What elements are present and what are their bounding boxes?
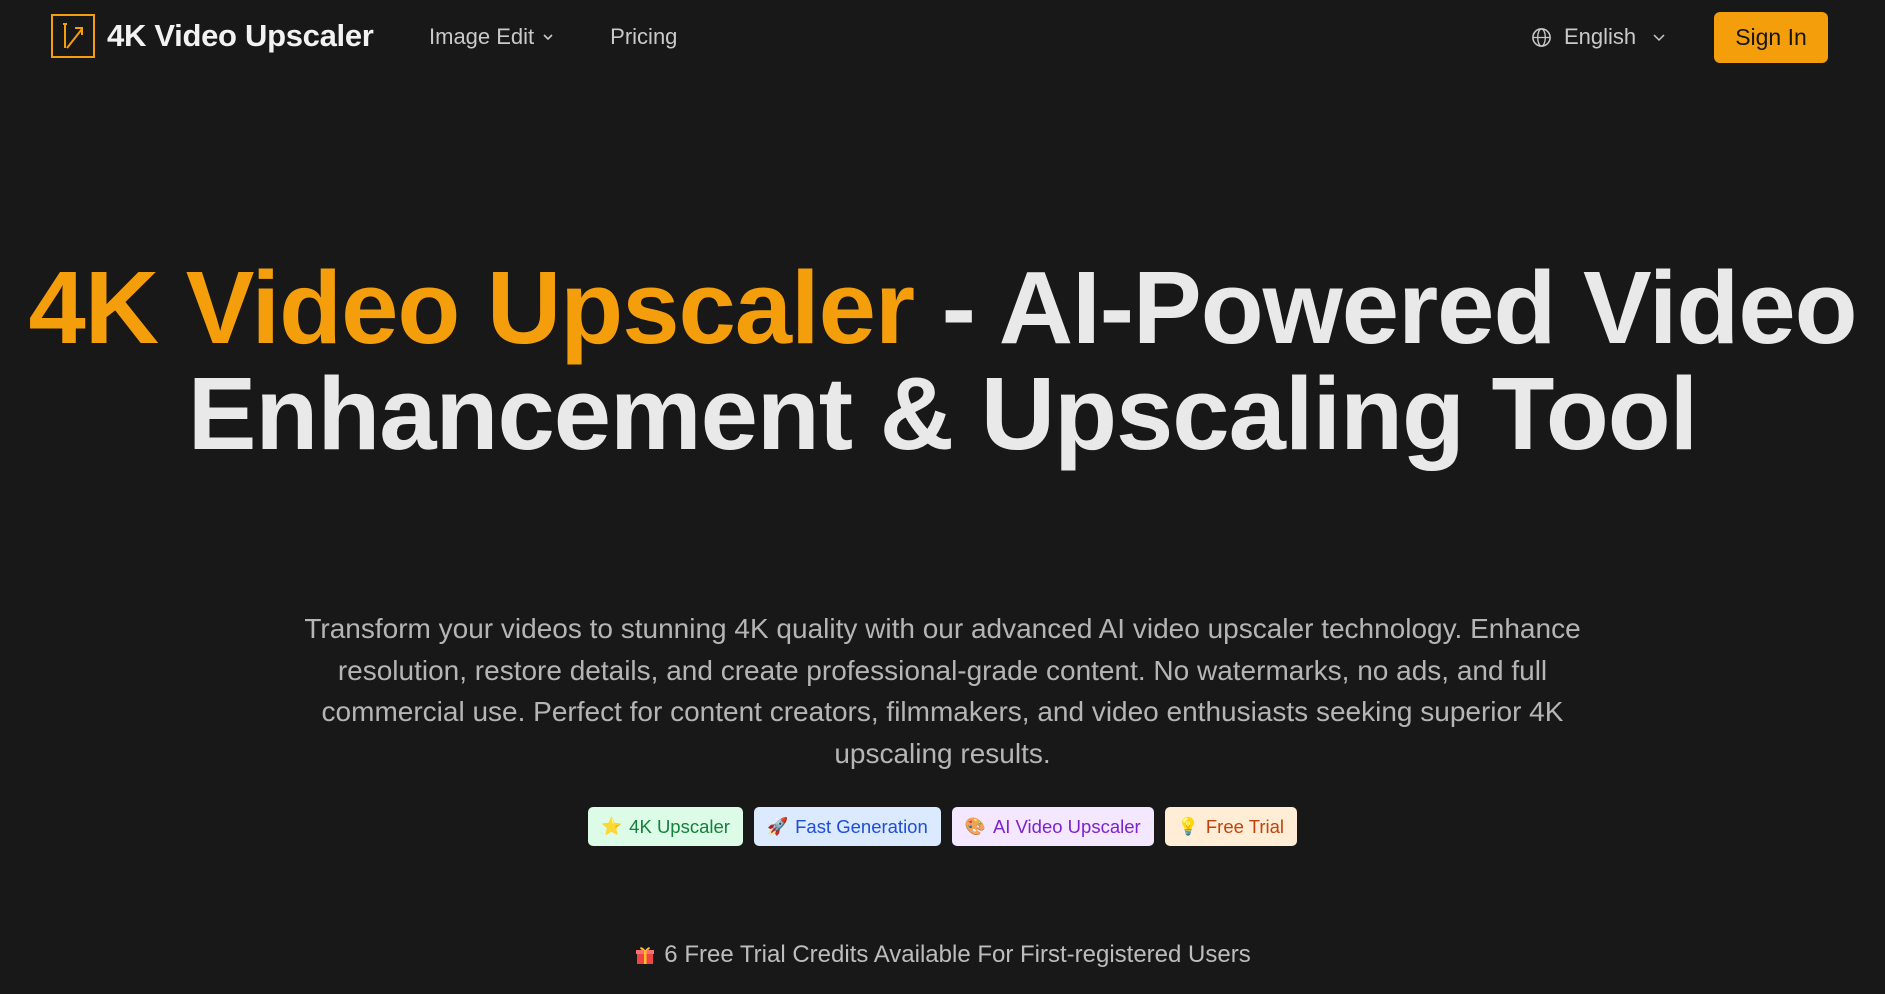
globe-icon: [1532, 27, 1551, 47]
tag-label: Free Trial: [1205, 815, 1284, 837]
tag-label: 4K Upscaler: [629, 815, 730, 837]
nav-image-edit[interactable]: Image Edit: [429, 24, 554, 50]
chevron-down-icon: [1653, 34, 1665, 42]
upscale-arrow-icon: [51, 14, 95, 58]
star-icon: ⭐: [601, 816, 623, 836]
language-selector[interactable]: English: [1531, 24, 1666, 50]
brand-logo-link[interactable]: 4K Video Upscaler: [51, 14, 374, 58]
main-nav: Image Edit Pricing: [429, 24, 677, 50]
feature-tags: ⭐ 4K Upscaler 🚀 Fast Generation 🎨 AI Vid…: [0, 807, 1885, 846]
language-label: English: [1564, 24, 1637, 49]
tag-4k-upscaler: ⭐ 4K Upscaler: [588, 807, 743, 846]
chevron-down-icon: [543, 34, 553, 41]
hero-description: Transform your videos to stunning 4K qua…: [304, 613, 1581, 769]
hero-title: 4K Video Upscaler - AI-Powered Video Enh…: [0, 255, 1885, 467]
tag-label: AI Video Upscaler: [992, 815, 1141, 837]
lightbulb-icon: 💡: [1177, 816, 1199, 836]
hero-title-accent: 4K Video Upscaler: [28, 250, 915, 365]
free-trial-notice: 6 Free Trial Credits Available For First…: [0, 941, 1885, 969]
brand-name: 4K Video Upscaler: [107, 18, 374, 53]
nav-image-edit-label: Image Edit: [429, 24, 535, 49]
top-navbar: 4K Video Upscaler Image Edit Pricing Eng…: [0, 0, 1885, 78]
palette-icon: 🎨: [964, 816, 986, 836]
nav-pricing-label: Pricing: [610, 24, 678, 49]
sign-in-button[interactable]: Sign In: [1714, 12, 1828, 63]
tag-fast-generation: 🚀 Fast Generation: [753, 807, 941, 846]
nav-pricing[interactable]: Pricing: [610, 24, 677, 50]
tag-label: Fast Generation: [795, 815, 928, 837]
free-trial-text: 6 Free Trial Credits Available For First…: [664, 941, 1251, 968]
tag-free-trial: 💡 Free Trial: [1164, 807, 1297, 846]
rocket-icon: 🚀: [766, 816, 789, 836]
gift-icon: [636, 947, 655, 964]
tag-ai-video-upscaler: 🎨 AI Video Upscaler: [951, 807, 1154, 846]
